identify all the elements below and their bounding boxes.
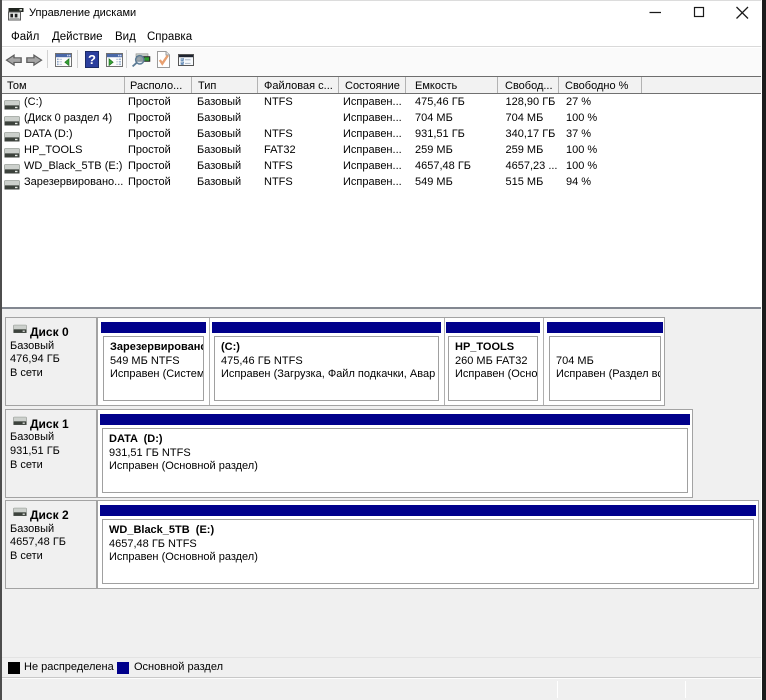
svg-text:?: ? bbox=[88, 52, 96, 67]
